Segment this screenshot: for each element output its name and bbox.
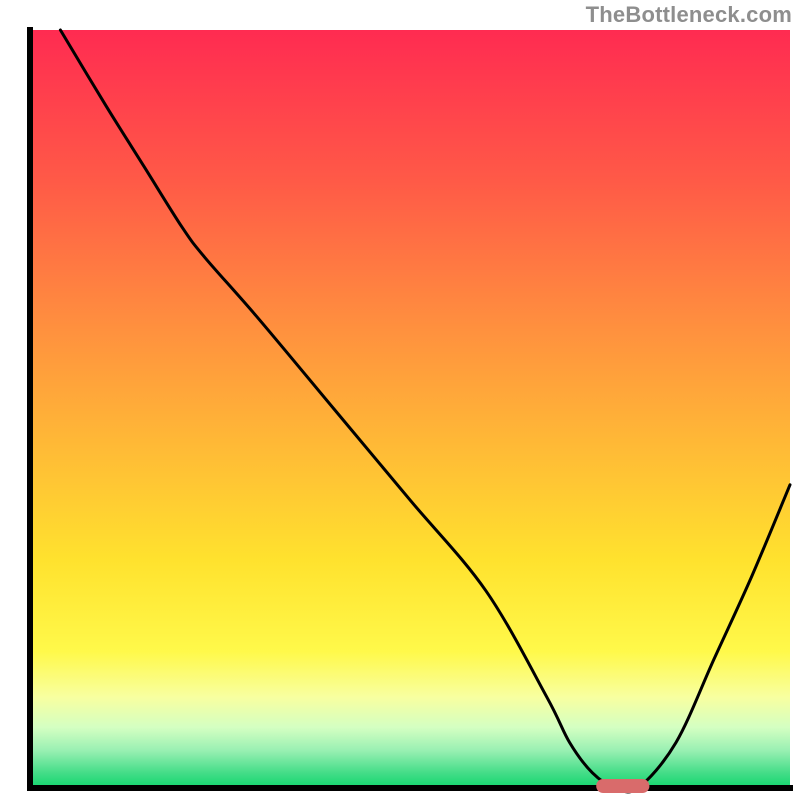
bottleneck-chart: TheBottleneck.com xyxy=(0,0,800,800)
plot-background xyxy=(30,30,790,788)
chart-svg xyxy=(0,0,800,800)
optimal-marker xyxy=(596,779,649,793)
